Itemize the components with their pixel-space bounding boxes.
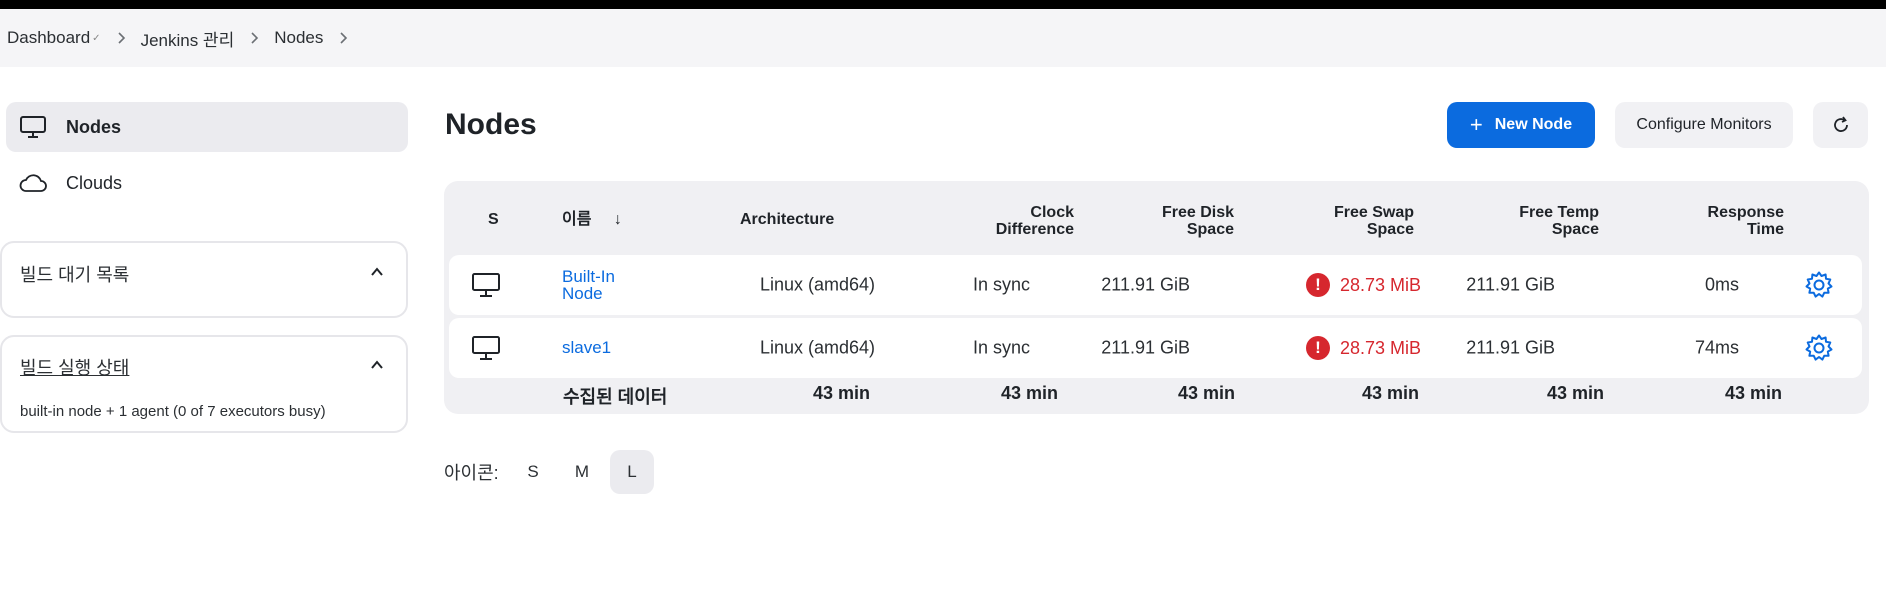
breadcrumb: Dashboard ✓ Jenkins 관리 Nodes (0, 9, 1886, 67)
breadcrumb-dashboard[interactable]: Dashboard ✓ (0, 28, 101, 48)
summary-clock: 43 min (1000, 383, 1058, 403)
cloud-icon (18, 168, 48, 198)
cell-clock: In sync (972, 337, 1030, 358)
sidebar-item-nodes[interactable]: Nodes (6, 102, 408, 152)
executor-status-title[interactable]: 빌드 실행 상태 (20, 354, 129, 380)
header-line: Clock (1030, 204, 1074, 221)
summary-response: 43 min (1724, 383, 1782, 403)
breadcrumb-nodes[interactable]: Nodes (274, 28, 323, 48)
plus-icon: + (1469, 112, 1483, 137)
header-line: Difference (995, 221, 1074, 238)
cell-free-temp: 211.91 GiB (1466, 337, 1555, 358)
gear-icon[interactable] (1804, 270, 1834, 300)
header-free-temp[interactable]: Free Temp Space (1449, 204, 1599, 238)
summary-temp: 43 min (1546, 383, 1604, 403)
summary-label: 수집된 데이터 (563, 387, 668, 407)
header-response-time[interactable]: Response Time (1634, 204, 1784, 238)
cell-architecture: Linux (amd64) (759, 274, 875, 295)
warning-icon: ! (1306, 273, 1330, 297)
header-line: Time (1746, 221, 1784, 238)
header-line: Space (1551, 221, 1599, 238)
cell-clock: In sync (972, 274, 1030, 295)
cell-free-swap: ! 28.73 MiB (1306, 273, 1421, 297)
table-row: slave1 Linux (amd64) In sync 211.91 GiB … (449, 318, 1862, 378)
header-clock-difference[interactable]: Clock Difference (944, 204, 1074, 238)
icon-size-l[interactable]: L (610, 450, 654, 494)
cell-free-disk: 211.91 GiB (1101, 337, 1190, 358)
new-node-button[interactable]: + New Node (1447, 102, 1595, 148)
table-row: Built-In Node Linux (amd64) In sync 211.… (449, 255, 1862, 315)
sidebar-item-clouds[interactable]: Clouds (6, 158, 408, 208)
breadcrumb-manage-jenkins[interactable]: Jenkins 관리 (141, 26, 235, 51)
cell-free-temp: 211.91 GiB (1466, 274, 1555, 295)
header-line: Response (1707, 204, 1784, 221)
executor-status-panel: 빌드 실행 상태 built-in node + 1 agent (0 of 7… (0, 335, 408, 433)
breadcrumb-label: Nodes (274, 28, 324, 47)
icon-size-s[interactable]: S (511, 450, 555, 494)
header-line: Free Temp (1519, 204, 1599, 221)
header-name-label: 이름 (562, 211, 592, 228)
build-queue-panel: 빌드 대기 목록 (0, 241, 408, 318)
header-name[interactable]: 이름 ↓ (562, 211, 622, 228)
node-link-built-in[interactable]: Built-In Node (562, 268, 615, 302)
chevron-right-icon (101, 32, 141, 44)
header-free-swap[interactable]: Free Swap Space (1264, 204, 1414, 238)
executor-status-text: built-in node + 1 agent (0 of 7 executor… (20, 403, 326, 420)
summary-architecture: 43 min (812, 383, 870, 403)
chevron-up-icon[interactable] (370, 358, 384, 372)
header-line: Space (1366, 221, 1414, 238)
new-node-label: New Node (1494, 116, 1573, 133)
breadcrumb-label: Dashboard (7, 28, 91, 47)
refresh-icon (1833, 116, 1848, 132)
header-line: Space (1186, 221, 1234, 238)
nodes-table: S 이름 ↓ Architecture Clock Difference Fre… (444, 181, 1869, 414)
gear-icon[interactable] (1804, 333, 1834, 363)
top-bar (0, 0, 1886, 9)
chevron-down-icon[interactable]: ✓ (92, 33, 100, 44)
sidebar-item-label: Clouds (66, 172, 123, 193)
chevron-right-icon (234, 32, 274, 44)
cell-architecture: Linux (amd64) (759, 337, 875, 358)
configure-monitors-button[interactable]: Configure Monitors (1615, 102, 1793, 148)
header-status[interactable]: S (488, 211, 499, 228)
breadcrumb-label: Jenkins 관리 (140, 30, 235, 50)
summary-disk: 43 min (1177, 383, 1235, 403)
chevron-right-icon[interactable] (323, 32, 363, 44)
build-queue-title[interactable]: 빌드 대기 목록 (20, 261, 129, 287)
page-title: Nodes (445, 108, 537, 141)
header-line: Free Swap (1333, 204, 1414, 221)
header-line: Free Disk (1161, 204, 1234, 221)
chevron-up-icon[interactable] (370, 265, 384, 279)
node-name-line: Node (562, 284, 603, 303)
header-free-disk[interactable]: Free Disk Space (1084, 204, 1234, 238)
computer-icon (18, 112, 48, 142)
computer-icon (472, 336, 500, 360)
cell-response-time: 74ms (1694, 337, 1739, 358)
configure-monitors-label: Configure Monitors (1636, 116, 1772, 133)
summary-swap: 43 min (1361, 383, 1419, 403)
warning-icon: ! (1306, 336, 1330, 360)
icon-size-label: 아이콘: (444, 463, 499, 483)
node-link-slave1[interactable]: slave1 (562, 338, 611, 358)
cell-free-disk: 211.91 GiB (1101, 274, 1190, 295)
sidebar-item-label: Nodes (66, 116, 122, 137)
cell-response-time: 0ms (1704, 274, 1739, 295)
sort-arrow-icon: ↓ (613, 211, 622, 228)
computer-icon (472, 273, 500, 297)
cell-free-swap: ! 28.73 MiB (1306, 336, 1421, 360)
refresh-button[interactable] (1813, 102, 1868, 148)
icon-size-m[interactable]: M (560, 450, 604, 494)
header-architecture[interactable]: Architecture (740, 211, 834, 228)
